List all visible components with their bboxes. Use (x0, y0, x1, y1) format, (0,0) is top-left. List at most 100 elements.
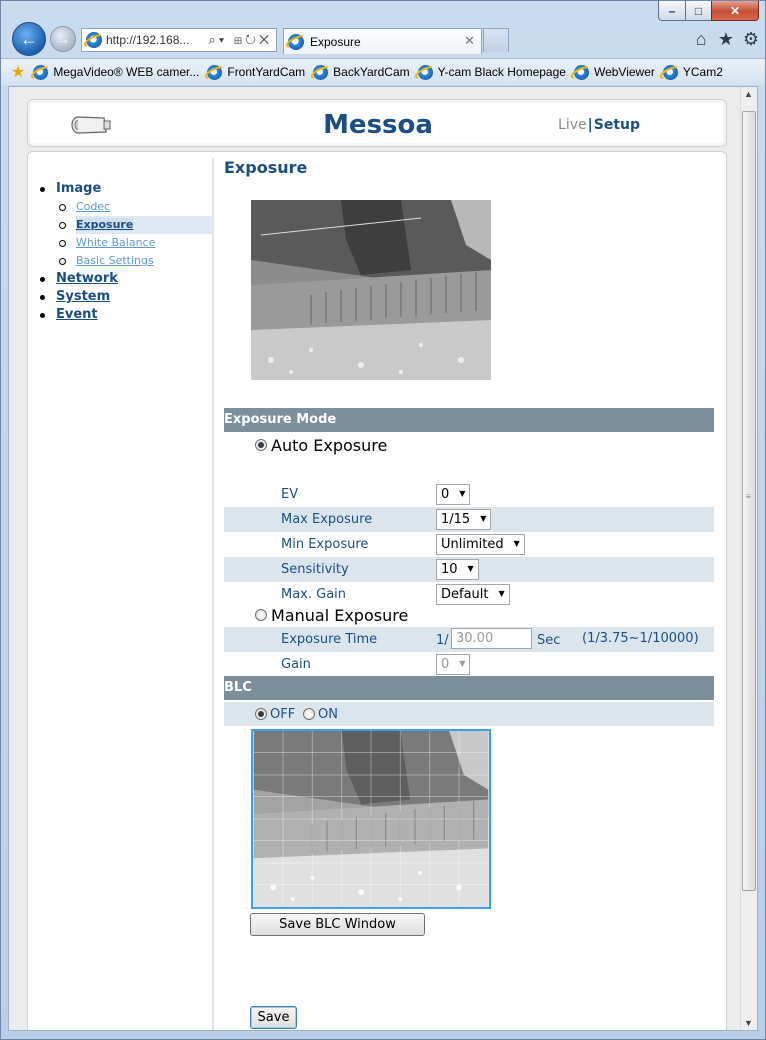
sidebar-item-image[interactable]: Image (34, 180, 212, 198)
live-link[interactable]: Live (558, 117, 587, 133)
scroll-down-icon[interactable]: ▼ (744, 1018, 753, 1028)
manual-exposure-label: Manual Exposure (271, 606, 409, 625)
sidebar: Image Codec Exposure White Balance Basic… (34, 158, 214, 1030)
sensitivity-label: Sensitivity (281, 562, 349, 577)
ie-favorite-icon (313, 64, 329, 80)
sidebar-item-white-balance[interactable]: White Balance (34, 234, 212, 252)
favorites-star-icon[interactable]: ★ (716, 29, 736, 50)
maximize-button[interactable]: □ (685, 1, 712, 21)
camera-preview-image (251, 200, 491, 380)
favorite-label: Y-cam Black Homepage (437, 65, 566, 79)
arrow-left-icon: ← (20, 28, 38, 49)
sidebar-item-basic-settings[interactable]: Basic Settings (34, 252, 212, 270)
scroll-thumb[interactable]: ≡ (742, 111, 756, 891)
sensitivity-select[interactable]: 10 (436, 559, 479, 580)
favorite-label: MegaVideo® WEB camer... (53, 65, 200, 79)
setup-link[interactable]: Setup (594, 117, 640, 133)
sidebar-item-label: Exposure (76, 218, 134, 231)
exposure-time-input[interactable] (451, 628, 532, 649)
ie-favorite-icon (207, 64, 223, 80)
sidebar-item-system[interactable]: System (34, 288, 212, 306)
gear-icon[interactable]: ⚙ (741, 29, 761, 50)
favorites-bar: ★ MegaVideo® WEB camer... FrontYardCam B… (1, 58, 765, 85)
manual-exposure-option[interactable]: Manual Exposure (255, 606, 408, 625)
blc-off-option[interactable]: OFF (255, 707, 295, 722)
sensitivity-row: Sensitivity 10 (224, 557, 714, 582)
top-navigation: Live|Setup (558, 117, 640, 133)
save-blc-window-button[interactable]: Save BLC Window (250, 913, 425, 936)
ie-favorite-icon (33, 64, 49, 80)
exposure-time-prefix: 1/ (436, 633, 449, 648)
exposure-time-label: Exposure Time (281, 632, 378, 647)
auto-exposure-label: Auto Exposure (271, 436, 388, 455)
tab-exposure[interactable]: Exposure ✕ (283, 28, 482, 54)
ie-page-icon (86, 32, 102, 48)
address-bar[interactable]: http://192.168... ⌕▾ ⊞↻✕ (81, 28, 277, 52)
blc-header: BLC (224, 676, 714, 700)
favorite-label: FrontYardCam (227, 65, 306, 79)
page-viewport: ▲ ≡ ▼ Messoa Live|Setup Image Codec Expo… (8, 86, 758, 1031)
manual-exposure-radio[interactable] (255, 608, 267, 621)
blc-on-option[interactable]: ON (303, 707, 338, 722)
favorite-label: YCam2 (682, 65, 723, 79)
ev-row: EV 0 (224, 482, 714, 507)
tab-title: Exposure (310, 34, 361, 49)
favorite-link[interactable]: WebViewer (573, 64, 655, 80)
sidebar-item-event[interactable]: Event (34, 306, 212, 324)
favorite-label: WebViewer (593, 65, 655, 79)
new-tab-button[interactable] (483, 28, 509, 52)
exposure-time-range: (1/3.75~1/10000) (582, 631, 699, 646)
minimize-button[interactable]: – (658, 1, 686, 21)
auto-exposure-option[interactable]: Auto Exposure (255, 436, 387, 455)
save-button[interactable]: Save (250, 1006, 297, 1029)
favorite-label: BackYardCam (333, 65, 410, 79)
max-gain-row: Max. Gain Default (224, 582, 714, 607)
site-header: Messoa Live|Setup (27, 99, 727, 147)
favorite-link[interactable]: Y-cam Black Homepage (417, 64, 566, 80)
vertical-scrollbar[interactable]: ▲ ≡ ▼ (740, 87, 757, 1030)
forward-button[interactable]: → (50, 26, 76, 52)
scroll-up-icon[interactable]: ▲ (744, 89, 753, 99)
browser-window: – □ ✕ ← → http://192.168... ⌕▾ ⊞↻✕ Expos… (0, 0, 766, 1040)
favorite-link[interactable]: YCam2 (662, 64, 723, 80)
page-title: Exposure (224, 158, 308, 177)
favorite-link[interactable]: MegaVideo® WEB camer... (33, 64, 200, 80)
blc-on-radio[interactable] (303, 707, 315, 720)
grip-icon: ≡ (746, 492, 751, 501)
max-exposure-select[interactable]: 1/15 (436, 509, 492, 530)
add-favorite-star-icon[interactable]: ★ (11, 62, 25, 82)
max-exposure-label: Max Exposure (281, 512, 373, 527)
blc-on-label: ON (318, 707, 338, 722)
tab-close-icon[interactable]: ✕ (464, 33, 475, 49)
ie-tab-icon (288, 33, 304, 50)
gain-select[interactable]: 0 (436, 654, 471, 675)
blc-off-label: OFF (270, 707, 296, 722)
exposure-time-unit: Sec (537, 633, 561, 648)
ie-favorite-icon (417, 64, 433, 80)
nav-separator: | (587, 117, 593, 133)
auto-exposure-radio[interactable] (255, 438, 267, 451)
blc-off-radio[interactable] (255, 707, 267, 720)
home-icon[interactable]: ⌂ (691, 29, 711, 50)
favorite-link[interactable]: BackYardCam (313, 64, 410, 80)
content-area: Exposure Exposure Mode Auto Exposure EV … (222, 152, 714, 1030)
address-tools-icons[interactable]: ⌕▾ ⊞↻✕ (209, 32, 273, 48)
arrow-right-icon: → (56, 31, 70, 47)
sidebar-item-exposure[interactable]: Exposure (34, 216, 212, 234)
min-exposure-label: Min Exposure (281, 537, 369, 552)
ev-select[interactable]: 0 (436, 484, 471, 505)
main-panel: Image Codec Exposure White Balance Basic… (27, 151, 727, 1030)
ie-favorite-icon (573, 64, 589, 80)
favorite-link[interactable]: FrontYardCam (207, 64, 306, 80)
exposure-time-row: Exposure Time 1/ Sec (1/3.75~1/10000) (224, 627, 714, 652)
gain-row: Gain 0 (224, 652, 714, 677)
min-exposure-select[interactable]: Unlimited (436, 534, 525, 555)
back-button[interactable]: ← (12, 22, 46, 56)
sidebar-item-codec[interactable]: Codec (34, 198, 212, 216)
ev-label: EV (281, 487, 299, 502)
address-text: http://192.168... (106, 33, 190, 47)
blc-window-image[interactable] (251, 729, 491, 909)
close-window-button[interactable]: ✕ (711, 1, 759, 21)
sidebar-item-network[interactable]: Network (34, 270, 212, 288)
max-gain-select[interactable]: Default (436, 584, 510, 605)
